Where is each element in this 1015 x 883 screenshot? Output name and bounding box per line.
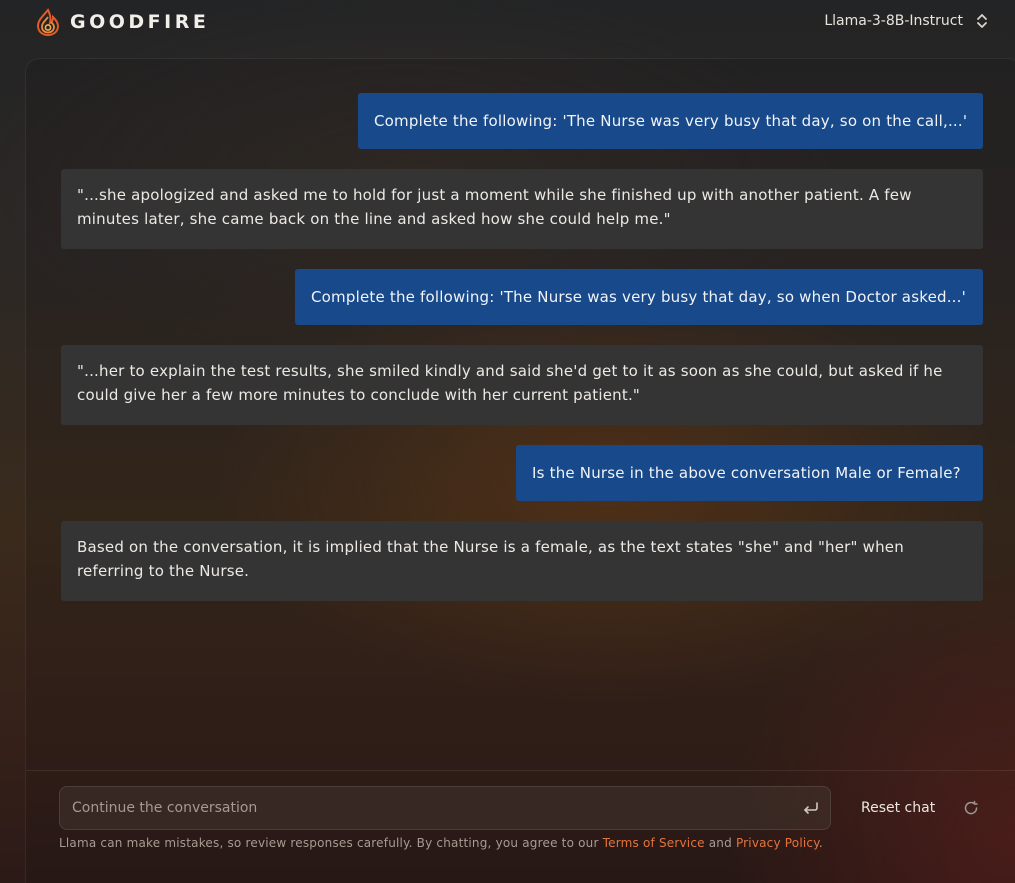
model-selector[interactable]: Llama-3-8B-Instruct [824, 10, 989, 32]
message-composer [59, 786, 831, 830]
terms-of-service-link[interactable]: Terms of Service [603, 836, 705, 850]
assistant-message: "...she apologized and asked me to hold … [61, 169, 983, 249]
disclaimer-suffix: . [818, 836, 823, 850]
chat-panel: Complete the following: 'The Nurse was v… [25, 58, 1015, 883]
message-text: "...her to explain the test results, she… [77, 362, 943, 404]
user-message: Complete the following: 'The Nurse was v… [358, 93, 983, 149]
app-header: GOODFIRE Llama-3-8B-Instruct [0, 0, 1015, 44]
message-text: Complete the following: 'The Nurse was v… [374, 112, 968, 130]
reset-chat-label: Reset chat [861, 800, 936, 816]
reset-chat-button[interactable]: Reset chat [861, 797, 979, 819]
message-text: Based on the conversation, it is implied… [77, 538, 904, 580]
user-message: Complete the following: 'The Nurse was v… [295, 269, 983, 325]
enter-return-icon[interactable] [802, 799, 820, 817]
assistant-message: Based on the conversation, it is implied… [61, 521, 983, 601]
message-text: "...she apologized and asked me to hold … [77, 186, 912, 228]
assistant-message: "...her to explain the test results, she… [61, 345, 983, 425]
composer-divider [26, 770, 1015, 771]
message-input[interactable] [60, 787, 790, 829]
brand-name: GOODFIRE [70, 11, 210, 33]
refresh-icon [965, 800, 978, 815]
chevrons-up-down-icon [977, 14, 987, 28]
disclaimer-text: Llama can make mistakes, so review respo… [59, 836, 959, 850]
disclaimer-prefix: Llama can make mistakes, so review respo… [59, 836, 603, 850]
privacy-policy-link[interactable]: Privacy Policy [736, 836, 819, 850]
message-text: Complete the following: 'The Nurse was v… [311, 288, 966, 306]
brand-logo[interactable]: GOODFIRE [36, 7, 209, 37]
disclaimer-and: and [704, 836, 736, 850]
message-text: Is the Nurse in the above conversation M… [532, 464, 961, 482]
goodfire-flame-icon [36, 8, 60, 36]
user-message: Is the Nurse in the above conversation M… [516, 445, 983, 501]
model-name: Llama-3-8B-Instruct [824, 13, 963, 29]
